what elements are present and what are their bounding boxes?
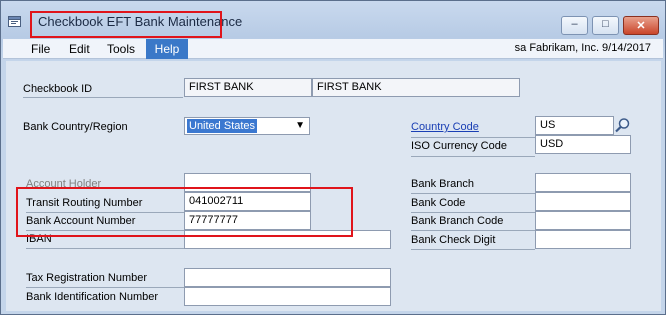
iso-currency-label: ISO Currency Code — [411, 140, 507, 152]
bank-check-digit-label: Bank Check Digit — [411, 234, 496, 246]
menu-edit[interactable]: Edit — [69, 42, 90, 56]
form-area: Checkbook ID FIRST BANK FIRST BANK Bank … — [6, 61, 661, 311]
maximize-button[interactable]: □ — [592, 16, 619, 35]
tax-registration-field[interactable] — [184, 268, 391, 287]
chevron-down-icon: ▼ — [295, 120, 305, 131]
routing-account-highlight-box — [16, 187, 353, 237]
menu-file[interactable]: File — [31, 42, 50, 56]
bank-country-selected: United States — [187, 119, 258, 133]
bank-identification-field[interactable] — [184, 287, 391, 306]
session-info: sa Fabrikam, Inc. 9/14/2017 — [514, 42, 651, 54]
checkbook-id-label: Checkbook ID — [23, 83, 93, 95]
magnifier-icon[interactable] — [614, 117, 631, 134]
title-highlight-box — [30, 11, 222, 38]
bank-country-select[interactable]: United States ▼ — [184, 117, 310, 135]
menu-help[interactable]: Help — [146, 39, 188, 59]
bank-code-field[interactable] — [535, 192, 631, 211]
bank-branch-label: Bank Branch — [411, 178, 474, 190]
bank-country-label: Bank Country/Region — [23, 121, 128, 133]
divider — [411, 193, 535, 194]
menu-bar: File Edit Tools Help sa Fabrikam, Inc. 9… — [3, 39, 663, 59]
country-code-field[interactable]: US — [535, 116, 614, 135]
divider — [411, 249, 535, 250]
checkbook-description-field: FIRST BANK — [312, 78, 520, 97]
divider — [411, 156, 535, 157]
divider — [26, 287, 184, 288]
app-window-icon — [8, 16, 21, 27]
divider — [26, 248, 184, 249]
checkbook-id-field[interactable]: FIRST BANK — [184, 78, 312, 97]
divider — [411, 212, 535, 213]
bank-branch-field[interactable] — [535, 173, 631, 192]
bank-check-digit-field[interactable] — [535, 230, 631, 249]
bank-branch-code-label: Bank Branch Code — [411, 215, 504, 227]
minimize-button[interactable]: – — [561, 16, 588, 35]
bank-code-label: Bank Code — [411, 197, 466, 209]
close-icon: ✕ — [636, 20, 646, 32]
eft-bank-maintenance-window: Checkbook EFT Bank Maintenance – □ ✕ Fil… — [0, 0, 666, 315]
country-code-link[interactable]: Country Code — [411, 121, 479, 133]
divider — [411, 230, 535, 231]
close-button[interactable]: ✕ — [623, 16, 659, 35]
bank-identification-label: Bank Identification Number — [26, 291, 159, 303]
maximize-icon: □ — [602, 18, 609, 30]
minimize-icon: – — [571, 18, 578, 30]
menu-tools[interactable]: Tools — [107, 42, 135, 56]
divider — [411, 137, 535, 138]
iso-currency-field[interactable]: USD — [535, 135, 631, 154]
title-bar: Checkbook EFT Bank Maintenance – □ ✕ — [1, 1, 665, 38]
bank-branch-code-field[interactable] — [535, 211, 631, 230]
tax-registration-label: Tax Registration Number — [26, 272, 148, 284]
divider — [23, 97, 183, 98]
